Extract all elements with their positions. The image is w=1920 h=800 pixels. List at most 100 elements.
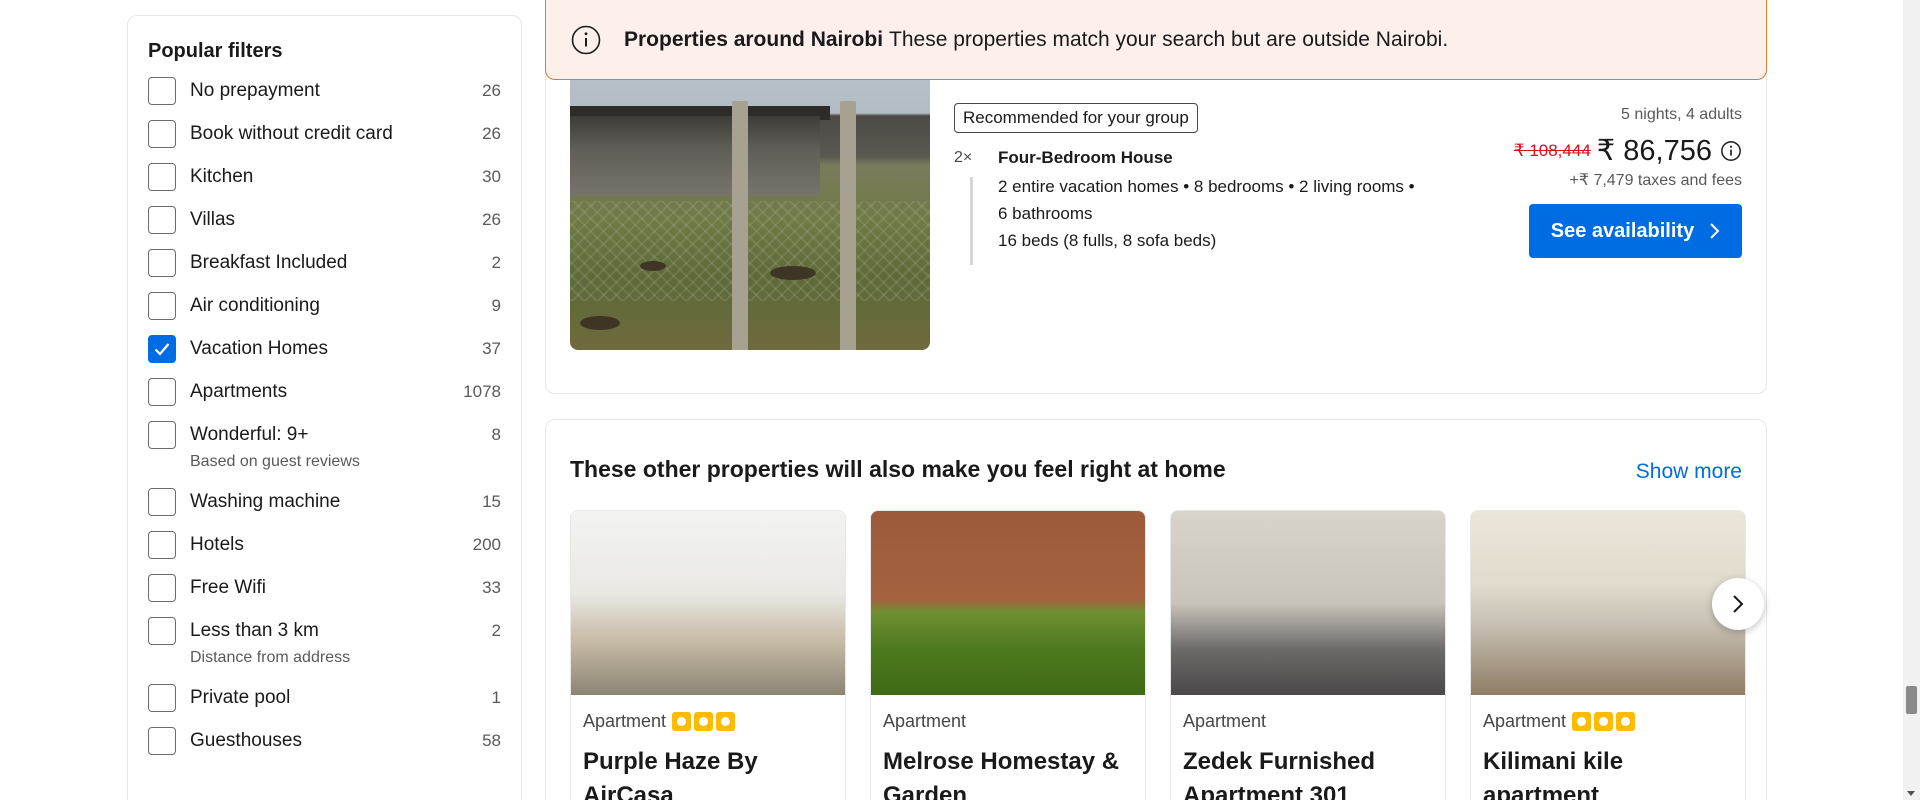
show-more-link[interactable]: Show more bbox=[1636, 460, 1742, 484]
stay-info: 5 nights, 4 adults bbox=[1621, 106, 1742, 123]
filter-count: 26 bbox=[482, 81, 501, 100]
property-tile-photo[interactable] bbox=[571, 511, 845, 695]
filter-text: Private pool bbox=[190, 684, 471, 712]
filter-item[interactable]: Hotels 200 bbox=[148, 531, 501, 559]
property-tile-photo[interactable] bbox=[1171, 511, 1445, 695]
page-scrollbar[interactable] bbox=[1903, 0, 1920, 800]
scroll-down-arrow-icon[interactable] bbox=[1907, 791, 1915, 796]
property-name-line: apartment bbox=[1483, 782, 1600, 800]
property-name[interactable]: Purple Haze By AirCasa bbox=[583, 745, 833, 800]
filter-text: Wonderful: 9+ Based on guest reviews bbox=[190, 421, 471, 473]
filter-checkbox[interactable] bbox=[148, 163, 176, 191]
filter-label: Kitchen bbox=[190, 166, 254, 187]
filter-item[interactable]: Wonderful: 9+ Based on guest reviews 8 bbox=[148, 421, 501, 473]
filter-sublabel: Based on guest reviews bbox=[190, 453, 360, 470]
filter-item[interactable]: Guesthouses 58 bbox=[148, 727, 501, 755]
filter-item[interactable]: Apartments 1078 bbox=[148, 378, 501, 406]
filter-text: Book without credit card bbox=[190, 120, 471, 148]
filter-item[interactable]: Vacation Homes 37 bbox=[148, 335, 501, 363]
scrollbar-thumb[interactable] bbox=[1906, 686, 1917, 714]
filter-text: Hotels bbox=[190, 531, 471, 559]
property-name-line: Apartment 301 bbox=[1183, 782, 1350, 800]
room-name: Four-Bedroom House bbox=[998, 148, 1173, 167]
room-detail: 6 bathrooms bbox=[998, 204, 1093, 223]
star-icon bbox=[694, 711, 714, 731]
property-tile[interactable]: Apartment Zedek Furnished Apartment 301 bbox=[1170, 510, 1446, 800]
filter-label: Air conditioning bbox=[190, 295, 320, 316]
filter-item[interactable]: Private pool 1 bbox=[148, 684, 501, 712]
filter-text: No prepayment bbox=[190, 77, 471, 105]
filter-count: 37 bbox=[482, 339, 501, 358]
filter-checkbox[interactable] bbox=[148, 488, 176, 516]
filter-checkbox[interactable] bbox=[148, 120, 176, 148]
filter-text: Apartments bbox=[190, 378, 463, 406]
property-name-line: AirCasa bbox=[583, 782, 674, 800]
filter-label: Guesthouses bbox=[190, 730, 302, 751]
filter-item[interactable]: Washing machine 15 bbox=[148, 488, 501, 516]
filter-text: Free Wifi bbox=[190, 574, 471, 602]
filter-checkbox[interactable] bbox=[148, 574, 176, 602]
filter-label: Less than 3 km bbox=[190, 620, 319, 641]
filter-item[interactable]: Villas 26 bbox=[148, 206, 501, 234]
room-info: Four-Bedroom House 2 entire vacation hom… bbox=[998, 143, 1415, 254]
property-name[interactable]: Zedek Furnished Apartment 301 bbox=[1183, 745, 1433, 800]
info-circle-icon[interactable] bbox=[1720, 140, 1742, 162]
discounted-price: ₹ 86,756 bbox=[1596, 135, 1712, 167]
filter-text: Kitchen bbox=[190, 163, 471, 191]
filter-item[interactable]: No prepayment 26 bbox=[148, 77, 501, 105]
filter-item[interactable]: Book without credit card 26 bbox=[148, 120, 501, 148]
filter-item[interactable]: Breakfast Included 2 bbox=[148, 249, 501, 277]
property-name-line: Purple Haze By bbox=[583, 748, 758, 775]
filter-checkbox[interactable] bbox=[148, 292, 176, 320]
see-availability-button[interactable]: See availability bbox=[1529, 204, 1742, 258]
property-name[interactable]: Melrose Homestay & Garden bbox=[883, 745, 1133, 800]
filter-label: No prepayment bbox=[190, 80, 320, 101]
filter-item[interactable]: Air conditioning 9 bbox=[148, 292, 501, 320]
filter-checkbox[interactable] bbox=[148, 684, 176, 712]
room-quantity: 2× bbox=[954, 149, 973, 166]
property-tile-photo[interactable] bbox=[871, 511, 1145, 695]
filter-item[interactable]: Kitchen 30 bbox=[148, 163, 501, 191]
filter-checkbox[interactable] bbox=[148, 335, 176, 363]
property-tile-body: Apartment Zedek Furnished Apartment 301 bbox=[1171, 695, 1445, 800]
property-tile-photo[interactable] bbox=[1471, 511, 1745, 695]
filter-text: Vacation Homes bbox=[190, 335, 471, 363]
property-tile[interactable]: Apartment Melrose Homestay & Garden bbox=[870, 510, 1146, 800]
filter-text: Less than 3 km Distance from address bbox=[190, 617, 471, 669]
property-photo[interactable] bbox=[570, 61, 930, 350]
property-name-line: Zedek Furnished bbox=[1183, 748, 1376, 775]
chevron-right-icon bbox=[1733, 595, 1744, 613]
chevron-right-icon bbox=[1710, 223, 1720, 239]
filter-item[interactable]: Less than 3 km Distance from address 2 bbox=[148, 617, 501, 669]
filter-checkbox[interactable] bbox=[148, 378, 176, 406]
filter-count: 9 bbox=[491, 296, 501, 315]
filter-checkbox[interactable] bbox=[148, 617, 176, 645]
filter-label: Hotels bbox=[190, 534, 244, 555]
filter-checkbox[interactable] bbox=[148, 531, 176, 559]
filter-checkbox[interactable] bbox=[148, 727, 176, 755]
info-circle-icon bbox=[571, 25, 601, 54]
recommendation-badge: Recommended for your group bbox=[954, 103, 1198, 133]
property-tile[interactable]: Apartment Kilimani kile apartment bbox=[1470, 510, 1746, 800]
room-beds: 16 beds (8 fulls, 8 sofa beds) bbox=[998, 231, 1217, 250]
filter-count: 2 bbox=[491, 621, 501, 640]
filters-title: Popular filters bbox=[148, 40, 283, 62]
filter-checkbox[interactable] bbox=[148, 249, 176, 277]
filter-count: 200 bbox=[472, 535, 501, 554]
property-carousel: Apartment Purple Haze By AirCasa Apartment M… bbox=[570, 510, 1746, 800]
rating-stars bbox=[672, 711, 736, 731]
filter-checkbox[interactable] bbox=[148, 77, 176, 105]
property-tile[interactable]: Apartment Purple Haze By AirCasa bbox=[570, 510, 846, 800]
rating-stars bbox=[1572, 711, 1636, 731]
filter-checkbox[interactable] bbox=[148, 206, 176, 234]
filter-text: Air conditioning bbox=[190, 292, 471, 320]
property-type-label: Apartment bbox=[883, 711, 967, 731]
filter-item[interactable]: Free Wifi 33 bbox=[148, 574, 501, 602]
checkmark-icon bbox=[154, 343, 170, 356]
carousel-next-button[interactable] bbox=[1712, 578, 1764, 630]
property-name-line: Garden bbox=[883, 782, 968, 800]
filter-count: 33 bbox=[482, 578, 501, 597]
filter-checkbox[interactable] bbox=[148, 421, 176, 449]
filter-label: Wonderful: 9+ bbox=[190, 424, 309, 445]
property-name[interactable]: Kilimani kile apartment bbox=[1483, 745, 1733, 800]
